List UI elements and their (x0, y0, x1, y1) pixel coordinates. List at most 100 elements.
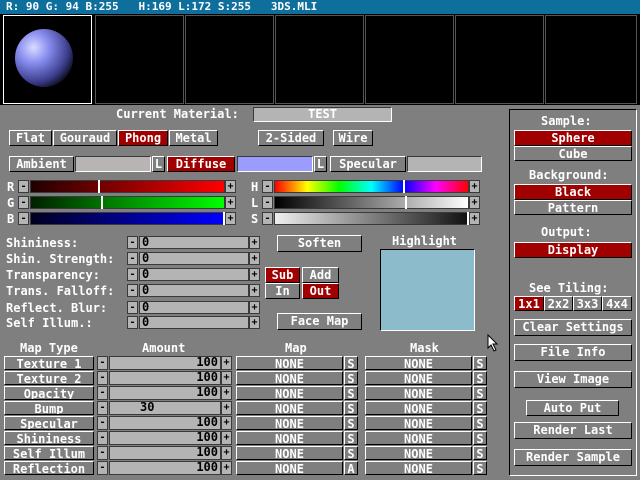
shin-strength-value[interactable]: 0 (139, 252, 249, 265)
map-amount-value[interactable]: 100 (109, 446, 221, 460)
mask-settings-button[interactable]: S (473, 461, 487, 475)
map-type-button[interactable]: Texture 2 (4, 371, 94, 385)
sample-slot-3[interactable] (185, 15, 274, 104)
luminance-slider[interactable] (274, 196, 469, 209)
luminance-decrease-button[interactable]: - (262, 196, 273, 209)
transparency-value[interactable]: 0 (139, 268, 249, 281)
hue-decrease-button[interactable]: - (262, 180, 273, 193)
green-slider-thumb[interactable] (101, 196, 103, 209)
two-sided-button[interactable]: 2-Sided (258, 130, 324, 146)
map-settings-button[interactable]: S (344, 386, 358, 400)
mask-file-button[interactable]: NONE (365, 371, 472, 385)
diffuse-lock-button[interactable]: L (314, 156, 327, 172)
sub-button[interactable]: Sub (265, 267, 300, 283)
amount-increase-button[interactable]: + (221, 401, 232, 415)
blue-decrease-button[interactable]: - (18, 212, 29, 225)
map-amount-value[interactable]: 100 (109, 461, 221, 475)
luminance-increase-button[interactable]: + (469, 196, 480, 209)
shin-strength-increase-button[interactable]: + (249, 252, 260, 265)
map-file-button[interactable]: NONE (236, 446, 343, 460)
sample-slot-2[interactable] (95, 15, 184, 104)
mask-settings-button[interactable]: S (473, 386, 487, 400)
map-type-button[interactable]: Opacity (4, 386, 94, 400)
mask-settings-button[interactable]: S (473, 401, 487, 415)
mask-file-button[interactable]: NONE (365, 446, 472, 460)
amount-increase-button[interactable]: + (221, 446, 232, 460)
shin-strength-decrease-button[interactable]: - (127, 252, 138, 265)
amount-decrease-button[interactable]: - (97, 431, 108, 445)
background-black-button[interactable]: Black (514, 184, 632, 200)
ambient-swatch[interactable] (75, 156, 151, 172)
background-pattern-button[interactable]: Pattern (514, 200, 632, 215)
amount-decrease-button[interactable]: - (97, 371, 108, 385)
map-settings-button[interactable]: S (344, 431, 358, 445)
amount-increase-button[interactable]: + (221, 371, 232, 385)
trans-falloff-decrease-button[interactable]: - (127, 284, 138, 297)
amount-decrease-button[interactable]: - (97, 401, 108, 415)
map-amount-value[interactable]: 100 (109, 371, 221, 385)
mask-settings-button[interactable]: S (473, 371, 487, 385)
map-type-button[interactable]: Specular (4, 416, 94, 430)
view-image-button[interactable]: View Image (514, 371, 632, 388)
current-material-field[interactable]: TEST (253, 107, 392, 122)
map-settings-button[interactable]: A (344, 461, 358, 475)
shininess-decrease-button[interactable]: - (127, 236, 138, 249)
green-increase-button[interactable]: + (225, 196, 236, 209)
map-file-button[interactable]: NONE (236, 431, 343, 445)
map-settings-button[interactable]: S (344, 356, 358, 370)
self-illum-decrease-button[interactable]: - (127, 316, 138, 329)
add-button[interactable]: Add (302, 267, 339, 283)
shading-phong-button[interactable]: Phong (118, 130, 168, 146)
reflect-blur-decrease-button[interactable]: - (127, 301, 138, 314)
map-settings-button[interactable]: S (344, 371, 358, 385)
blue-slider[interactable] (30, 212, 225, 225)
saturation-slider[interactable] (274, 212, 469, 225)
hue-slider[interactable] (274, 180, 469, 193)
mask-file-button[interactable]: NONE (365, 461, 472, 475)
map-file-button[interactable]: NONE (236, 416, 343, 430)
map-settings-button[interactable]: S (344, 416, 358, 430)
amount-decrease-button[interactable]: - (97, 446, 108, 460)
map-file-button[interactable]: NONE (236, 461, 343, 475)
amount-increase-button[interactable]: + (221, 416, 232, 430)
output-display-button[interactable]: Display (514, 242, 632, 258)
mask-settings-button[interactable]: S (473, 416, 487, 430)
green-slider[interactable] (30, 196, 225, 209)
amount-increase-button[interactable]: + (221, 386, 232, 400)
shading-gouraud-button[interactable]: Gouraud (53, 130, 117, 146)
sample-slot-4[interactable] (275, 15, 364, 104)
tiling-2x2-button[interactable]: 2x2 (544, 296, 573, 311)
mask-file-button[interactable]: NONE (365, 386, 472, 400)
map-type-button[interactable]: Texture 1 (4, 356, 94, 370)
sample-cube-button[interactable]: Cube (514, 146, 632, 161)
amount-decrease-button[interactable]: - (97, 461, 108, 475)
shading-flat-button[interactable]: Flat (9, 130, 52, 146)
map-amount-value[interactable]: 100 (109, 431, 221, 445)
trans-falloff-increase-button[interactable]: + (249, 284, 260, 297)
map-settings-button[interactable]: S (344, 401, 358, 415)
mask-file-button[interactable]: NONE (365, 356, 472, 370)
sample-slot-6[interactable] (455, 15, 544, 104)
self-illum-increase-button[interactable]: + (249, 316, 260, 329)
amount-increase-button[interactable]: + (221, 431, 232, 445)
clear-settings-button[interactable]: Clear Settings (514, 319, 632, 336)
mask-file-button[interactable]: NONE (365, 431, 472, 445)
transparency-increase-button[interactable]: + (249, 268, 260, 281)
map-file-button[interactable]: NONE (236, 356, 343, 370)
in-button[interactable]: In (265, 283, 300, 299)
saturation-increase-button[interactable]: + (469, 212, 480, 225)
green-decrease-button[interactable]: - (18, 196, 29, 209)
red-slider-thumb[interactable] (98, 180, 100, 193)
map-file-button[interactable]: NONE (236, 386, 343, 400)
shininess-increase-button[interactable]: + (249, 236, 260, 249)
tiling-4x4-button[interactable]: 4x4 (602, 296, 632, 311)
blue-increase-button[interactable]: + (225, 212, 236, 225)
shading-metal-button[interactable]: Metal (169, 130, 218, 146)
amount-increase-button[interactable]: + (221, 461, 232, 475)
map-amount-value[interactable]: 100 (109, 416, 221, 430)
saturation-decrease-button[interactable]: - (262, 212, 273, 225)
wire-button[interactable]: Wire (333, 130, 373, 146)
map-amount-value[interactable]: 30 (109, 401, 221, 415)
map-type-button[interactable]: Bump (4, 401, 94, 415)
reflect-blur-value[interactable]: 0 (139, 301, 249, 314)
